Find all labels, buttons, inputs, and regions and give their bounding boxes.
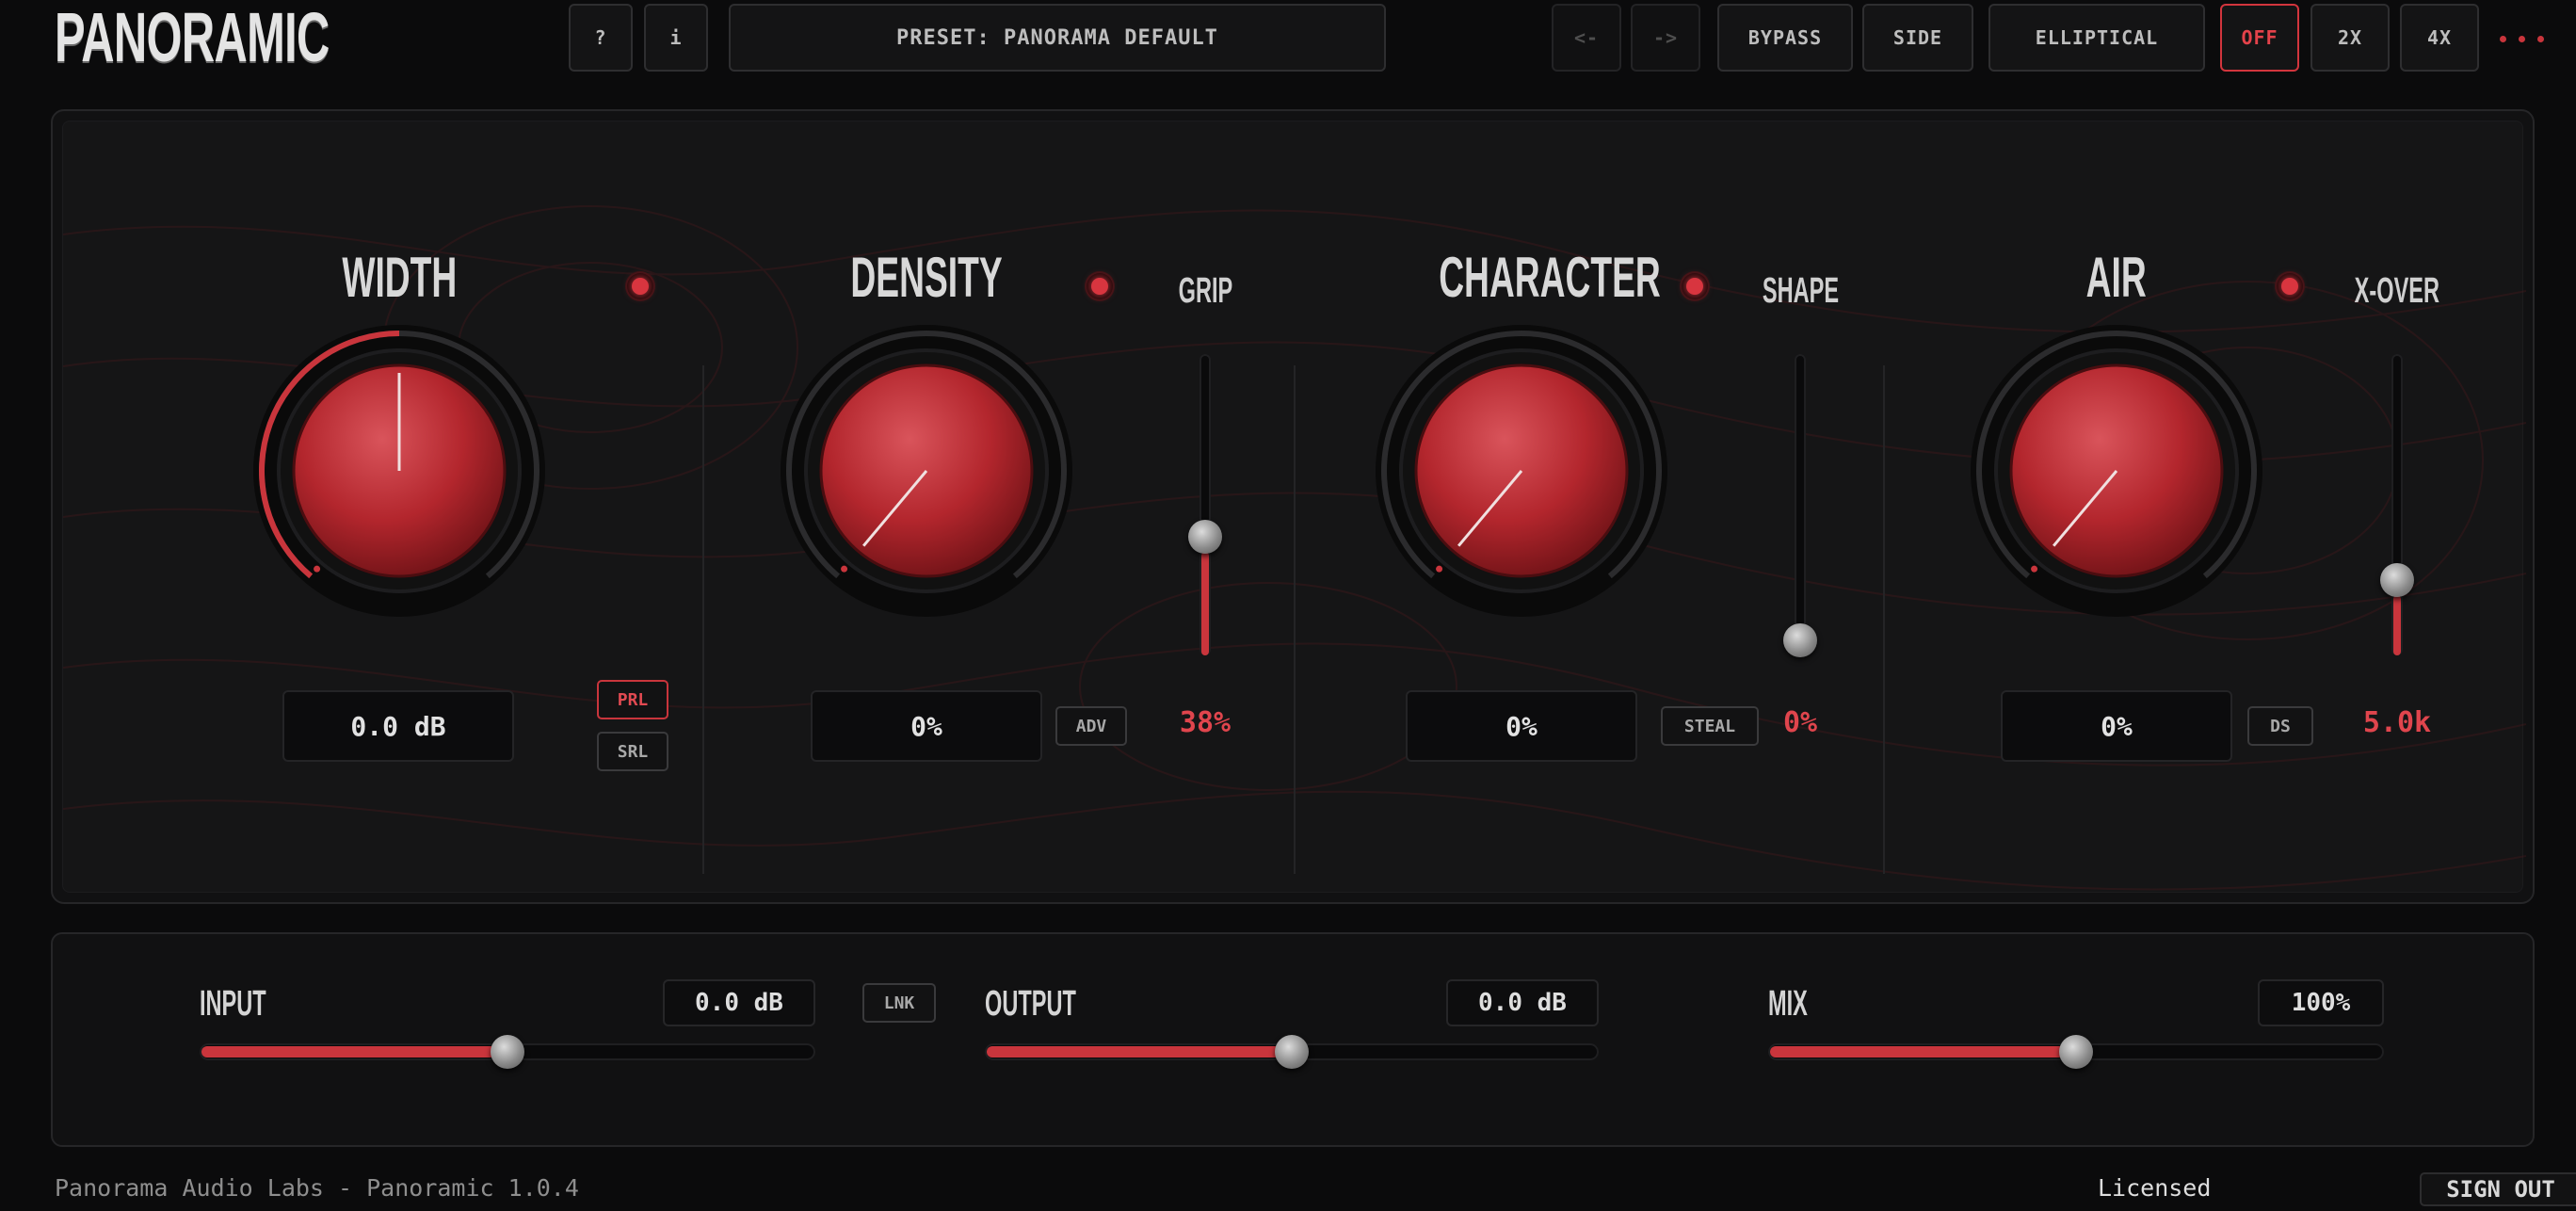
oversample-4x-button[interactable]: 4X: [2400, 4, 2479, 72]
input-value[interactable]: 0.0 dB: [663, 979, 815, 1026]
width-title: WIDTH: [342, 246, 457, 309]
side-button[interactable]: SIDE: [1862, 4, 1973, 72]
redo-button[interactable]: ->: [1631, 4, 1700, 72]
section-divider: [1883, 365, 1885, 874]
srl-button[interactable]: SRL: [597, 732, 668, 771]
license-status: Licensed: [2098, 1174, 2212, 1202]
density-title: DENSITY: [850, 246, 1003, 309]
output-slider-thumb[interactable]: [1275, 1035, 1309, 1069]
air-knob[interactable]: [1966, 320, 2267, 622]
section-divider: [702, 365, 704, 874]
mix-slider-thumb[interactable]: [2059, 1035, 2093, 1069]
info-button[interactable]: i: [644, 4, 708, 72]
oversample-off-button[interactable]: OFF: [2220, 4, 2299, 72]
elliptical-button[interactable]: ELLIPTICAL: [1988, 4, 2205, 72]
grip-slider-thumb[interactable]: [1188, 519, 1222, 554]
width-knob[interactable]: [249, 320, 550, 622]
output-slider-fill: [987, 1046, 1290, 1058]
input-label: INPUT: [200, 984, 266, 1024]
width-value[interactable]: 0.0 dB: [282, 690, 514, 762]
link-button[interactable]: LNK: [862, 983, 936, 1023]
shape-slider-track[interactable]: [1795, 354, 1806, 655]
x-over-value: 5.0k: [2362, 706, 2432, 739]
input-slider-thumb[interactable]: [491, 1035, 524, 1069]
shape-title: SHAPE: [1762, 271, 1839, 311]
preset-selector[interactable]: PRESET: PANORAMA DEFAULT: [729, 4, 1386, 72]
version-text: Panorama Audio Labs - Panoramic 1.0.4: [55, 1174, 579, 1202]
character-value[interactable]: 0%: [1406, 690, 1637, 762]
help-button[interactable]: ?: [569, 4, 633, 72]
air-enable-led[interactable]: [2277, 273, 2303, 299]
width-enable-led[interactable]: [627, 273, 653, 299]
sign-out-button[interactable]: SIGN OUT: [2420, 1172, 2576, 1206]
output-label: OUTPUT: [985, 984, 1076, 1024]
x-over-slider-fill: [2393, 595, 2401, 655]
air-knob-min-marker: [2031, 565, 2038, 573]
air-value[interactable]: 0%: [2001, 690, 2232, 762]
shape-slider-thumb[interactable]: [1783, 623, 1817, 657]
shape-value: 0%: [1782, 706, 1818, 739]
more-dots-icon[interactable]: [2500, 24, 2575, 53]
character-knob-min-marker: [1436, 565, 1443, 573]
density-enable-led[interactable]: [1087, 273, 1113, 299]
input-slider-fill: [201, 1046, 506, 1058]
grip-slider-track[interactable]: [1199, 354, 1211, 655]
app-logo: PANORAMIC: [55, 0, 330, 76]
air-title: AIR: [2085, 246, 2148, 309]
grip-value: 38%: [1179, 706, 1232, 739]
mix-value[interactable]: 100%: [2258, 979, 2384, 1026]
x-over-slider-track[interactable]: [2391, 354, 2403, 655]
character-enable-led[interactable]: [1682, 273, 1708, 299]
undo-button[interactable]: <-: [1552, 4, 1621, 72]
density-value[interactable]: 0%: [811, 690, 1042, 762]
character-knob[interactable]: [1371, 320, 1672, 622]
x-over-slider-thumb[interactable]: [2380, 563, 2414, 598]
adv-button[interactable]: ADV: [1055, 706, 1127, 746]
output-value[interactable]: 0.0 dB: [1446, 979, 1599, 1026]
width-knob-min-marker: [314, 565, 321, 573]
density-knob-min-marker: [841, 565, 848, 573]
mix-label: MIX: [1768, 984, 1808, 1024]
oversample-2x-button[interactable]: 2X: [2310, 4, 2390, 72]
bypass-button[interactable]: BYPASS: [1717, 4, 1853, 72]
grip-title: GRIP: [1178, 271, 1232, 311]
density-knob[interactable]: [776, 320, 1077, 622]
ds-button[interactable]: DS: [2247, 706, 2313, 746]
character-title: CHARACTER: [1439, 246, 1661, 309]
x-over-title: X-OVER: [2354, 271, 2440, 311]
section-divider: [1294, 365, 1296, 874]
mix-slider-fill: [1770, 1046, 2074, 1058]
grip-slider-fill: [1201, 552, 1209, 655]
prl-button[interactable]: PRL: [597, 680, 668, 719]
